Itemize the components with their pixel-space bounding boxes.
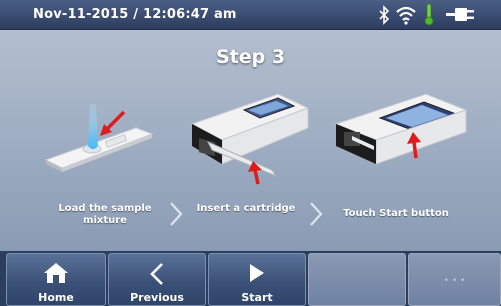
step-caption-load-sample: Load the sample mixture xyxy=(46,203,164,227)
previous-button[interactable]: Previous xyxy=(108,253,206,306)
play-icon xyxy=(250,264,264,282)
step-caption-touch-start: Touch Start button xyxy=(343,208,449,219)
blank-button xyxy=(308,253,406,306)
caption-line: Load the sample xyxy=(58,203,152,214)
start-button[interactable]: Start xyxy=(208,253,306,306)
device-screen: Nov-11-2015 / 12:06:47 am Step 3 Load th… xyxy=(0,0,501,306)
home-label: Home xyxy=(38,291,74,304)
start-label: Start xyxy=(241,291,273,304)
touch-start-illustration xyxy=(334,93,468,165)
bottom-navigation: Home Previous Start • • • xyxy=(0,251,501,306)
chevron-left-icon xyxy=(150,263,163,285)
chevron-right-icon xyxy=(170,202,183,226)
more-button[interactable]: • • • xyxy=(408,253,501,306)
bluetooth-icon xyxy=(379,5,390,25)
insert-cartridge-illustration xyxy=(190,93,310,185)
step-title: Step 3 xyxy=(215,46,286,68)
thermometer-icon xyxy=(424,3,434,26)
datetime-display: Nov-11-2015 / 12:06:47 am xyxy=(33,7,237,22)
chevron-right-icon xyxy=(310,202,323,226)
wifi-icon xyxy=(396,6,416,25)
sample-strip-illustration xyxy=(44,104,154,172)
more-icon: • • • xyxy=(443,276,466,286)
home-button[interactable]: Home xyxy=(6,253,106,306)
home-icon xyxy=(44,263,68,283)
battery-plug-icon xyxy=(446,8,474,21)
step-caption-insert-cartridge: Insert a cartridge xyxy=(196,203,296,214)
caption-line: mixture xyxy=(83,215,127,226)
previous-label: Previous xyxy=(130,291,184,304)
status-bar: Nov-11-2015 / 12:06:47 am xyxy=(0,0,501,30)
